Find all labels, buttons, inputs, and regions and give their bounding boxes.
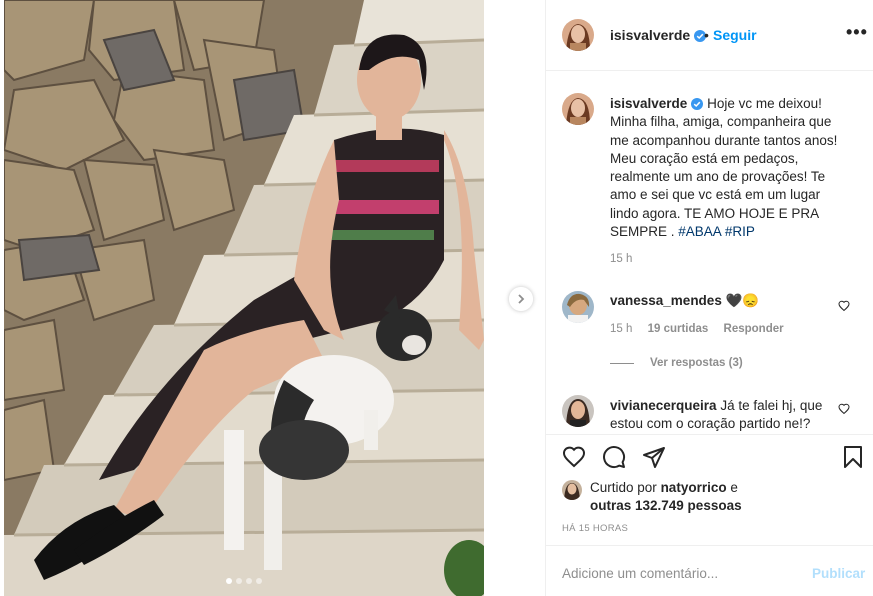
hashtag-link[interactable]: #RIP: [725, 224, 755, 239]
carousel-dot: [256, 578, 262, 584]
follow-button[interactable]: Seguir: [713, 27, 757, 43]
commenter-avatar[interactable]: [562, 395, 594, 427]
like-heart-icon[interactable]: [562, 445, 586, 469]
add-comment-bar: Adicione um comentário... Publicar: [546, 545, 873, 596]
author-username[interactable]: isisvalverde: [610, 27, 707, 43]
comment-bubble-icon[interactable]: [602, 445, 626, 469]
liked-by-text: Curtido por natyorrico e outras 132.749 …: [590, 479, 742, 515]
post-timestamp[interactable]: HÁ 15 HORAS: [562, 523, 628, 534]
chevron-right-icon: [518, 294, 525, 304]
publish-button[interactable]: Publicar: [812, 566, 865, 581]
comment-body: 🖤😞: [725, 293, 760, 308]
comment-meta: 15 h 19 curtidas Responder: [610, 323, 796, 335]
author-avatar[interactable]: [562, 19, 594, 51]
carousel-dot-active: [226, 578, 232, 584]
reply-button[interactable]: Responder: [724, 323, 784, 335]
carousel-dot: [246, 578, 252, 584]
likes-count[interactable]: outras 132.749 pessoas: [590, 498, 742, 513]
comment-like-icon[interactable]: [838, 300, 850, 312]
post-photo[interactable]: [4, 0, 484, 596]
comment-like-icon[interactable]: [838, 403, 850, 415]
header-separator: •: [704, 27, 709, 43]
more-options-icon[interactable]: •••: [846, 22, 868, 43]
comment-username[interactable]: vivianecerqueira: [610, 398, 717, 413]
next-slide-button[interactable]: [509, 287, 533, 311]
save-bookmark-icon[interactable]: [842, 445, 864, 469]
replies-divider: [610, 362, 634, 364]
liker-avatar[interactable]: [562, 480, 582, 500]
caption-avatar[interactable]: [562, 93, 594, 125]
view-replies-button[interactable]: Ver respostas (3): [610, 357, 743, 369]
liked-by-conj: e: [730, 480, 738, 495]
comment-timestamp[interactable]: 15 h: [610, 323, 632, 335]
comment-text: vanessa_mendes 🖤😞: [610, 293, 759, 309]
comment-input[interactable]: Adicione um comentário...: [562, 566, 718, 581]
liked-by-prefix: Curtido por: [590, 480, 657, 495]
post-actions: Curtido por natyorrico e outras 132.749 …: [546, 434, 873, 544]
hashtag-link[interactable]: #ABAA: [678, 224, 721, 239]
comment-username[interactable]: vanessa_mendes: [610, 293, 722, 308]
post-sidebar: isisvalverde • Seguir ••• isisvalverde H…: [545, 0, 873, 596]
liked-by: Curtido por natyorrico e outras 132.749 …: [562, 479, 742, 515]
caption-text: Hoje vc me deixou! Minha filha, amiga, c…: [610, 96, 838, 240]
caption-username[interactable]: isisvalverde: [610, 96, 687, 111]
comment-likes[interactable]: 19 curtidas: [648, 323, 709, 335]
liker-username[interactable]: natyorrico: [661, 480, 727, 495]
commenter-avatar[interactable]: [562, 291, 594, 323]
carousel-dots: [4, 578, 484, 584]
view-replies-label[interactable]: Ver respostas (3): [650, 357, 743, 369]
author-username-text[interactable]: isisvalverde: [610, 27, 690, 43]
post-caption: isisvalverde Hoje vc me deixou! Minha fi…: [610, 95, 850, 241]
share-paper-plane-icon[interactable]: [642, 445, 666, 469]
verified-badge-icon: [691, 98, 704, 110]
post-header: isisvalverde • Seguir •••: [546, 0, 873, 71]
comments-section[interactable]: isisvalverde Hoje vc me deixou! Minha fi…: [546, 71, 873, 434]
caption-timestamp[interactable]: 15 h: [610, 253, 632, 265]
comment-text: vivianecerqueira Já te falei hj, que est…: [610, 397, 828, 433]
carousel-dot: [236, 578, 242, 584]
post-media: [0, 0, 545, 596]
